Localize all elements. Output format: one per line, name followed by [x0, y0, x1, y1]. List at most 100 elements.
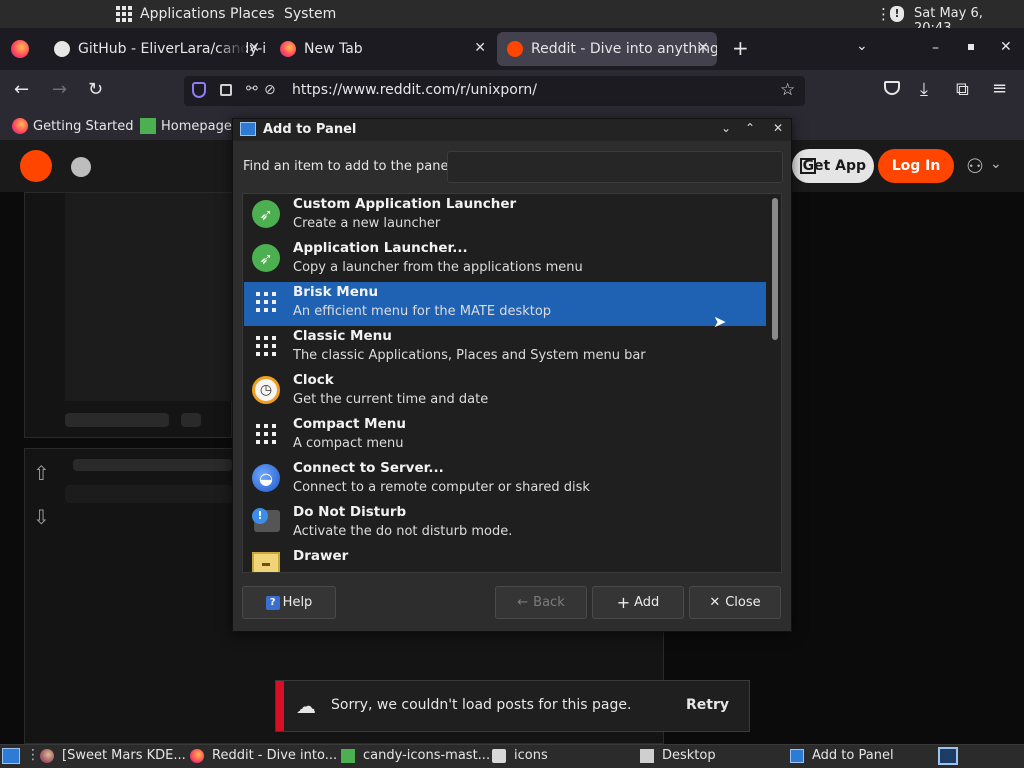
hamburger-menu-icon[interactable]: ≡ [992, 78, 1007, 99]
reload-icon[interactable]: ↻ [88, 79, 103, 100]
help-button[interactable]: ? Help [242, 586, 336, 619]
grid-icon [256, 292, 276, 312]
log-in-button[interactable]: Log In [878, 149, 954, 183]
update-shield-icon[interactable]: ! [890, 6, 904, 22]
minimize-icon[interactable]: – [932, 40, 939, 56]
task-label: Add to Panel [812, 748, 894, 763]
task-icons[interactable]: icons [492, 748, 548, 763]
add-label: Add [634, 595, 660, 610]
close-x-icon: ✕ [709, 595, 721, 610]
panel-app-icon [790, 748, 804, 763]
downvote-arrow-icon[interactable]: ⇩ [33, 505, 50, 529]
github-icon [54, 41, 70, 57]
url-text[interactable]: https://www.reddit.com/r/unixporn/ [292, 82, 537, 98]
tab-reddit[interactable]: Reddit - Dive into anything ✕ [497, 32, 717, 66]
list-item-clock[interactable]: ◷ Clock Get the current time and date [244, 370, 766, 414]
toast-message: Sorry, we couldn't load posts for this p… [331, 697, 632, 713]
bookmark-homepage[interactable]: Homepage [140, 118, 232, 134]
new-tab-plus-icon[interactable]: + [732, 36, 749, 60]
item-name: Connect to Server... [293, 460, 444, 476]
task-reddit[interactable]: Reddit - Dive into... [190, 748, 337, 763]
task-candy-icons[interactable]: candy-icons-mast... [341, 748, 490, 763]
menu-places[interactable]: Places [230, 6, 275, 22]
menu-system[interactable]: System [284, 6, 336, 22]
list-item-brisk-menu[interactable]: Brisk Menu An efficient menu for the MAT… [244, 282, 766, 331]
list-item-custom-application-launcher[interactable]: ➶ Custom Application Launcher Create a n… [244, 194, 766, 238]
permissions-icon[interactable]: ⚯ [246, 81, 258, 97]
close-tab-icon[interactable]: ✕ [474, 40, 486, 56]
help-label: Help [282, 595, 313, 610]
kebab-icon[interactable]: ⋮ [876, 5, 891, 23]
tab-title: New Tab [304, 41, 363, 57]
close-tab-icon[interactable]: ✕ [697, 40, 709, 56]
post-card-skeleton [24, 192, 233, 438]
add-button[interactable]: + Add [592, 586, 684, 619]
retry-button[interactable]: Retry [686, 697, 729, 713]
find-label: Find an item to add to the panel: [243, 159, 457, 174]
lock-icon[interactable] [220, 84, 232, 96]
dialog-title: Add to Panel [263, 122, 357, 137]
back-arrow-icon[interactable]: ← [14, 79, 29, 100]
server-icon: ◒ [252, 464, 280, 492]
close-window-icon[interactable]: ✕ [1000, 39, 1012, 55]
list-item-drawer[interactable]: Drawer [244, 546, 766, 572]
chevron-down-icon[interactable]: ⌄ [990, 156, 1002, 172]
downloads-icon[interactable]: ⤓ [920, 79, 928, 100]
item-desc: Activate the do not disturb mode. [293, 524, 513, 539]
task-desktop[interactable]: Desktop [640, 748, 716, 763]
reddit-icon [507, 41, 523, 57]
notification-icon: ! [252, 508, 268, 524]
back-button[interactable]: ← Back [495, 586, 587, 619]
bottom-taskbar: ⋮ [Sweet Mars KDE... Reddit - Dive into.… [0, 744, 1024, 768]
task-label: icons [514, 748, 548, 763]
find-input[interactable] [447, 151, 783, 183]
tab-new-tab[interactable]: New Tab ✕ [270, 32, 494, 66]
error-toast: ☁ Sorry, we couldn't load posts for this… [275, 680, 750, 732]
desktop-icon [640, 748, 654, 763]
no-camera-icon[interactable]: ⊘ [264, 82, 276, 98]
list-item-classic-menu[interactable]: Classic Menu The classic Applications, P… [244, 326, 766, 370]
handshake-icon: ☁ [296, 694, 316, 718]
list-item-connect-to-server[interactable]: ◒ Connect to Server... Connect to a remo… [244, 458, 766, 502]
user-menu-icon[interactable]: ⚇ [966, 154, 984, 178]
menu-applications[interactable]: Applications [140, 6, 226, 22]
back-arrow-icon: ← [517, 595, 529, 610]
tab-github[interactable]: GitHub - EliverLara/candy-i ✕ [44, 32, 268, 66]
list-item-do-not-disturb[interactable]: ! Do Not Disturb Activate the do not dis… [244, 502, 766, 546]
top-panel: Applications Places System ⋮ ! Sat May 6… [0, 0, 1024, 36]
panel-items-list[interactable]: ➶ Custom Application Launcher Create a n… [242, 193, 782, 573]
show-desktop-icon[interactable] [2, 748, 20, 764]
taskbar-handle-icon[interactable]: ⋮ [26, 747, 40, 763]
plus-icon: + [616, 593, 631, 612]
close-tab-icon[interactable]: ✕ [248, 40, 260, 56]
dialog-maximize-icon[interactable]: ⌃ [745, 121, 755, 135]
help-icon: ? [265, 595, 280, 610]
forward-arrow-icon[interactable]: → [52, 79, 67, 100]
url-bar[interactable]: ⚯ ⊘ https://www.reddit.com/r/unixporn/ ☆ [184, 76, 805, 106]
upvote-arrow-icon[interactable]: ⇧ [33, 461, 50, 485]
navigation-bar: ← → ↻ ⚯ ⊘ https://www.reddit.com/r/unixp… [0, 70, 1024, 112]
list-tabs-chevron-icon[interactable]: ⌄ [856, 38, 868, 54]
workspace-switcher[interactable] [938, 747, 958, 765]
list-scrollbar[interactable] [772, 198, 778, 340]
dialog-titlebar[interactable]: Add to Panel ⌄ ⌃ ✕ [233, 119, 791, 141]
qr-code-icon [800, 158, 816, 174]
pocket-icon[interactable] [884, 81, 900, 95]
reddit-logo-icon[interactable] [20, 150, 52, 182]
tracking-shield-icon[interactable] [192, 82, 206, 98]
task-label: [Sweet Mars KDE... [62, 748, 186, 763]
homepage-icon [140, 118, 156, 134]
list-item-compact-menu[interactable]: Compact Menu A compact menu [244, 414, 766, 458]
bookmark-getting-started[interactable]: Getting Started [12, 118, 134, 134]
maximize-icon[interactable] [968, 44, 974, 50]
bookmark-star-icon[interactable]: ☆ [780, 80, 795, 100]
close-button[interactable]: ✕ Close [689, 586, 781, 619]
task-add-to-panel[interactable]: Add to Panel [790, 748, 894, 763]
dialog-close-icon[interactable]: ✕ [773, 121, 783, 135]
list-item-application-launcher[interactable]: ➶ Application Launcher... Copy a launche… [244, 238, 766, 282]
firefox-icon[interactable] [11, 40, 29, 58]
extensions-icon[interactable]: ⧉ [956, 79, 969, 100]
panel-app-icon [240, 122, 256, 136]
task-sweet-mars[interactable]: [Sweet Mars KDE... [40, 748, 186, 763]
dialog-minimize-icon[interactable]: ⌄ [721, 121, 731, 135]
